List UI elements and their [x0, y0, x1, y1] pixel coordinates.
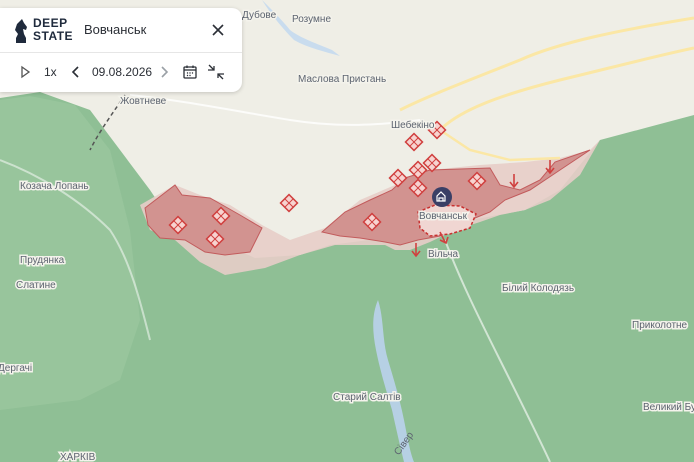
- place-slatyne: Слатине: [16, 280, 56, 291]
- place-shebekino: Шебекіно: [391, 119, 435, 131]
- control-panel: DEEP STATE Вовчанськ 1x 09.08.2026: [0, 8, 242, 92]
- panel-header: DEEP STATE Вовчанськ: [0, 8, 242, 53]
- next-icon[interactable]: [158, 64, 170, 80]
- timeline-controls: 1x 09.08.2026: [0, 60, 242, 84]
- calendar-icon[interactable]: [182, 64, 198, 80]
- place-rozumne: Розумне: [292, 14, 331, 25]
- place-zhovtneve: Жовтневе: [120, 96, 167, 107]
- place-vilcha: Вільча: [428, 249, 458, 260]
- date-display[interactable]: 09.08.2026: [92, 65, 152, 79]
- place-velykyi-burluk: Великий Бу: [643, 402, 694, 413]
- panel-title: Вовчанськ: [84, 22, 147, 37]
- logo-text: DEEP STATE: [33, 17, 73, 43]
- close-icon[interactable]: [210, 22, 226, 38]
- place-prykolotne: Приколотне: [632, 320, 688, 331]
- place-prudianka: Прудянка: [20, 255, 65, 266]
- place-bilyi-kolodiaz: Білий Колодязь: [502, 283, 574, 294]
- logo-knight-icon: [15, 19, 27, 43]
- collapse-icon[interactable]: [207, 64, 225, 80]
- place-staryi-saltiv: Старий Салтів: [333, 392, 401, 403]
- place-derhachi: Дергачі: [0, 363, 32, 374]
- city-marker-icon[interactable]: [432, 187, 452, 207]
- logo-text-line2: STATE: [33, 29, 74, 43]
- speed-selector[interactable]: 1x: [44, 65, 57, 79]
- place-maslova-prystan: Маслова Пристань: [298, 74, 386, 85]
- place-vovchansk: Вовчанськ: [419, 211, 468, 222]
- place-kozacha-lopan: Козача Лопань: [20, 181, 89, 192]
- deepstate-logo[interactable]: DEEP STATE: [13, 17, 73, 45]
- place-dubove: Дубове: [242, 9, 277, 21]
- prev-icon[interactable]: [70, 64, 82, 80]
- place-kharkiv: ХАРКІВ: [60, 452, 96, 462]
- play-icon[interactable]: [18, 64, 32, 80]
